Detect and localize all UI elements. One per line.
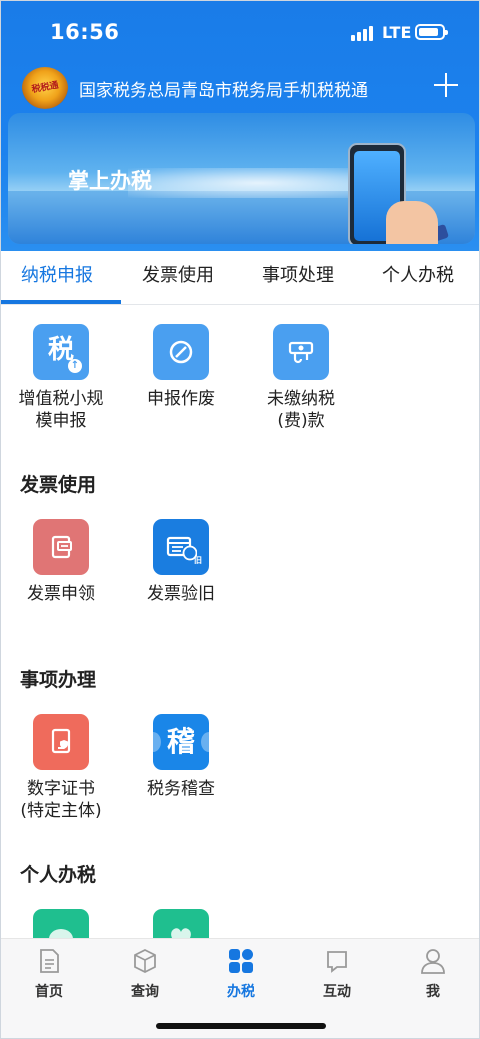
header-area: 16:56 LTE 税税通 国家税务总局青岛市税务局手机税税通 掌上办税 xyxy=(1,1,479,251)
tab-active-indicator xyxy=(1,300,121,304)
banner[interactable]: 掌上办税 xyxy=(8,113,475,244)
category-tabs: 纳税申报 发票使用 事项处理 个人办税 xyxy=(1,251,479,305)
status-bar: 16:56 LTE xyxy=(1,1,479,61)
certificate-icon xyxy=(33,714,89,770)
cancel-icon xyxy=(153,324,209,380)
app-title: 国家税务总局青岛市税务局手机税税通 xyxy=(79,81,368,101)
banner-text: 掌上办税 xyxy=(68,169,152,193)
battery-icon xyxy=(415,24,448,40)
service-unpaid-tax[interactable]: 未缴纳税 (费)款 xyxy=(241,324,361,432)
service-tax-audit[interactable]: 稽 税务稽查 xyxy=(121,714,241,800)
network-label: LTE xyxy=(382,23,412,42)
service-label: 发票申领 xyxy=(27,584,95,604)
cube-icon xyxy=(131,947,159,975)
personal-tax-icon-2 xyxy=(153,909,209,938)
service-label: 发票验旧 xyxy=(147,584,215,604)
signal-icon xyxy=(351,25,379,41)
nav-label: 互动 xyxy=(323,984,351,1000)
service-label: 税务稽查 xyxy=(147,779,215,799)
grid-icon xyxy=(227,947,255,975)
tab-tax-declaration[interactable]: 纳税申报 xyxy=(21,261,93,287)
service-personal-2[interactable] xyxy=(121,909,241,938)
nav-label: 首页 xyxy=(35,984,63,1000)
section-title-invoice: 发票使用 xyxy=(20,474,97,496)
hand-illustration xyxy=(386,201,438,244)
service-label: 未缴纳税 (费)款 xyxy=(267,389,335,431)
personal-tax-icon-1 xyxy=(33,909,89,938)
chat-icon xyxy=(323,947,351,975)
audit-icon: 稽 xyxy=(153,714,209,770)
nav-interaction[interactable]: 互动 xyxy=(289,947,385,1001)
section-title-personal: 个人办税 xyxy=(20,864,97,886)
tab-matter-processing[interactable]: 事项处理 xyxy=(262,261,334,287)
home-indicator[interactable] xyxy=(156,1023,326,1029)
nav-query[interactable]: 查询 xyxy=(97,947,193,1001)
app-screen: 16:56 LTE 税税通 国家税务总局青岛市税务局手机税税通 掌上办税 纳税申… xyxy=(0,0,480,1039)
service-digital-certificate[interactable]: 数字证书 (特定主体) xyxy=(1,714,121,822)
tab-personal-tax[interactable]: 个人办税 xyxy=(382,261,454,287)
service-personal-1[interactable] xyxy=(1,909,121,938)
add-icon[interactable] xyxy=(433,71,461,99)
service-grid: 税 ↑ 增值税小规 模申报 申报作废 未缴纳税 (费)款 发票使用 发票申领 旧… xyxy=(1,306,479,938)
nav-me[interactable]: 我 xyxy=(385,947,479,1001)
service-label: 增值税小规 模申报 xyxy=(18,389,104,431)
invoice-verify-icon: 旧 xyxy=(153,519,209,575)
app-logo: 税税通 xyxy=(22,67,68,109)
service-invoice-apply[interactable]: 发票申领 xyxy=(1,519,121,605)
nav-tax-handling[interactable]: 办税 xyxy=(193,947,289,1001)
user-icon xyxy=(419,947,447,975)
service-label: 数字证书 (特定主体) xyxy=(20,779,102,821)
invoice-apply-icon xyxy=(33,519,89,575)
unpaid-tax-icon xyxy=(273,324,329,380)
nav-label: 查询 xyxy=(131,984,159,1000)
tax-upload-icon: 税 ↑ xyxy=(33,324,89,380)
service-invoice-verify[interactable]: 旧 发票验旧 xyxy=(121,519,241,605)
section-title-matters: 事项办理 xyxy=(20,669,97,691)
tab-invoice-use[interactable]: 发票使用 xyxy=(142,261,214,287)
nav-label: 办税 xyxy=(227,984,255,1000)
service-declaration-void[interactable]: 申报作废 xyxy=(121,324,241,410)
app-bar: 税税通 国家税务总局青岛市税务局手机税税通 xyxy=(1,61,479,113)
service-vat-small-declaration[interactable]: 税 ↑ 增值税小规 模申报 xyxy=(1,324,121,432)
document-icon xyxy=(35,947,63,975)
nav-label: 我 xyxy=(426,984,440,1000)
status-time: 16:56 xyxy=(50,20,120,44)
nav-home[interactable]: 首页 xyxy=(1,947,97,1001)
service-label: 申报作废 xyxy=(147,389,215,409)
